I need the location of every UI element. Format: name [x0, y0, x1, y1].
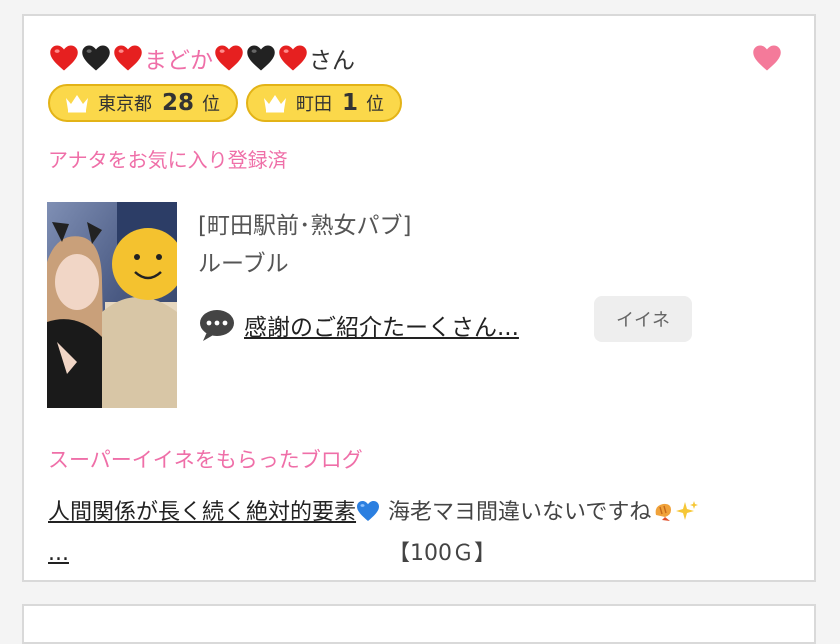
red-heart-icon — [215, 45, 243, 71]
reward-text: 【100Ｇ】 — [388, 541, 496, 566]
ranking-unit: 位 — [202, 94, 221, 115]
comment-link[interactable]: 感謝のご紹介たーくさん... — [244, 308, 519, 342]
red-heart-icon — [50, 45, 78, 71]
crown-icon — [264, 95, 287, 113]
girl-card: まどか さん 東京都 28 位 町田 1 位 アナタをお気に入り登録済 [町田駅… — [22, 14, 816, 582]
ranking-number: 28 — [162, 90, 195, 116]
ranking-badges: 東京都 28 位 町田 1 位 — [48, 84, 403, 122]
super-like-section-title: スーパーイイネをもらったブログ — [48, 448, 363, 472]
sparkles-icon — [676, 501, 699, 520]
ranking-area: 東京都 — [98, 94, 152, 115]
staff-name: ルーブル — [198, 251, 289, 277]
red-heart-icon — [114, 45, 142, 71]
blog-title-link[interactable]: 人間関係が長く続く絶対的要素... — [48, 492, 384, 574]
ranking-area: 町田 — [296, 94, 333, 115]
name-suffix: さん — [309, 48, 355, 74]
girl-name[interactable]: まどか さん — [48, 42, 355, 74]
crown-icon — [66, 95, 88, 113]
blue-heart-icon — [357, 501, 380, 521]
next-card — [22, 604, 816, 644]
like-button[interactable]: イイネ — [594, 296, 692, 342]
shop-name: [町田駅前･熟女パブ] — [198, 213, 412, 239]
black-heart-icon — [82, 45, 110, 71]
blog-comment: 海老マヨ間違いないですね 【100Ｇ】 — [388, 492, 808, 574]
post-photo[interactable] — [47, 202, 177, 408]
favorite-heart-icon[interactable] — [752, 44, 782, 72]
ranking-badge-machida[interactable]: 町田 1 位 — [246, 84, 403, 122]
blog-comment-text: 海老マヨ間違いないですね — [388, 500, 652, 525]
blog-title-text: 人間関係が長く続く絶対的要 — [48, 500, 335, 525]
ranking-unit: 位 — [366, 94, 385, 115]
blog-title-ellipsis: ... — [48, 541, 69, 566]
girl-name-text: まどか — [144, 48, 213, 74]
favorite-status: アナタをお気に入り登録済 — [48, 148, 288, 172]
comment-row: 感謝のご紹介たーくさん... — [198, 308, 519, 342]
ranking-badge-tokyo[interactable]: 東京都 28 位 — [48, 84, 239, 122]
red-heart-icon — [279, 45, 307, 71]
ranking-number: 1 — [342, 90, 359, 116]
black-heart-icon — [247, 45, 275, 71]
blog-title-text-end: 素 — [334, 500, 357, 525]
speech-bubble-icon — [200, 310, 234, 341]
shrimp-icon — [655, 503, 672, 521]
